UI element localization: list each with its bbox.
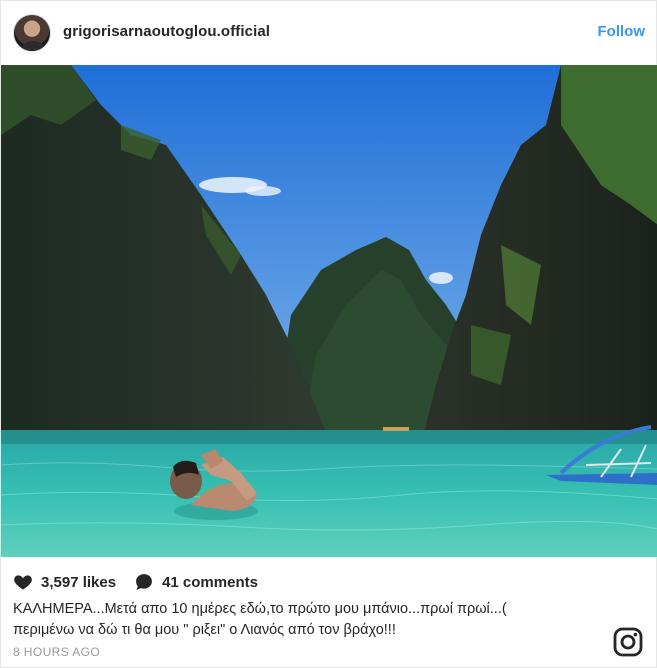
post-timestamp[interactable]: 8 HOURS AGO xyxy=(13,645,100,659)
caption-line-2: περιμένω να δώ τι θα μου " ριξει" ο Λιαν… xyxy=(13,622,396,638)
post-caption: ΚΑΛΗΜΕΡΑ...Μετά απο 10 ημέρες εδώ,το πρώ… xyxy=(13,599,603,641)
likes-count[interactable]: 3,597 likes xyxy=(41,574,116,591)
caption-line-1: ΚΑΛΗΜΕΡΑ...Μετά απο 10 ημέρες εδώ,το πρώ… xyxy=(13,601,507,617)
post-actions: 3,597 likes 41 comments xyxy=(13,571,276,593)
instagram-logo-icon[interactable] xyxy=(613,627,643,657)
like-action[interactable]: 3,597 likes xyxy=(13,572,116,592)
comment-bubble-icon[interactable] xyxy=(134,572,154,592)
follow-button[interactable]: Follow xyxy=(598,23,646,40)
comments-count[interactable]: 41 comments xyxy=(162,574,258,591)
heart-icon[interactable] xyxy=(13,572,33,592)
post-header: grigorisarnaoutoglou.official Follow xyxy=(1,1,657,65)
username-link[interactable]: grigorisarnaoutoglou.official xyxy=(63,23,270,40)
instagram-embed-card: grigorisarnaoutoglou.official Follow 3,5… xyxy=(0,0,657,668)
comment-action[interactable]: 41 comments xyxy=(134,572,258,592)
post-photo[interactable] xyxy=(1,65,657,557)
avatar[interactable] xyxy=(13,14,51,52)
